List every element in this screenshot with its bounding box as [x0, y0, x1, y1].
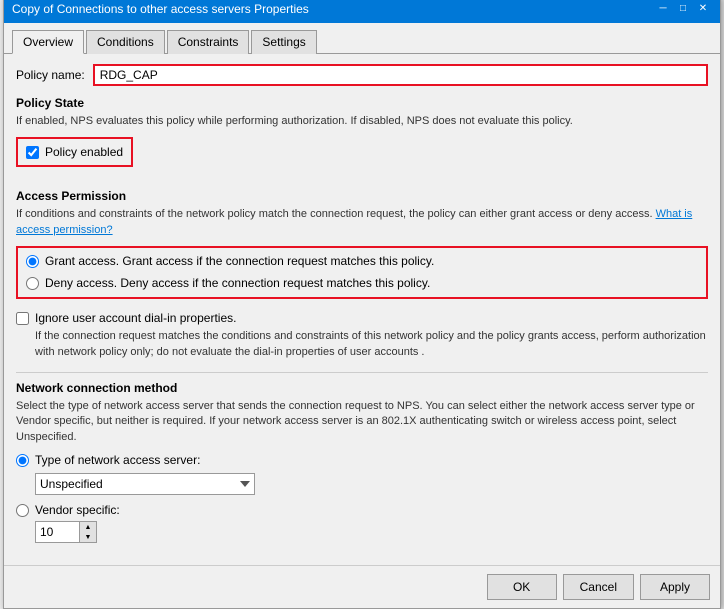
- dialog-title: Copy of Connections to other access serv…: [12, 2, 309, 16]
- deny-access-radio[interactable]: [26, 277, 39, 290]
- tab-settings[interactable]: Settings: [251, 30, 316, 54]
- tab-bar: Overview Conditions Constraints Settings: [4, 23, 720, 54]
- ignore-dialin-section: Ignore user account dial-in properties. …: [16, 311, 708, 360]
- policy-name-label: Policy name:: [16, 68, 85, 82]
- deny-access-label: Deny access. Deny access if the connecti…: [45, 276, 430, 292]
- type-radio[interactable]: [16, 454, 29, 467]
- access-permission-desc: If conditions and constraints of the net…: [16, 207, 708, 238]
- policy-enabled-checkbox-row[interactable]: Policy enabled: [16, 137, 133, 167]
- dialog-window: Copy of Connections to other access serv…: [3, 0, 721, 609]
- vendor-spinner-input[interactable]: [35, 521, 80, 543]
- minimize-button[interactable]: ─: [654, 1, 672, 17]
- cancel-button[interactable]: Cancel: [563, 574, 634, 600]
- vendor-spinner-buttons: ▲ ▼: [80, 521, 97, 543]
- network-connection-desc: Select the type of network access server…: [16, 399, 708, 445]
- ignore-dialin-label: Ignore user account dial-in properties.: [35, 311, 236, 325]
- policy-name-row: Policy name:: [16, 64, 708, 86]
- ignore-dialin-checkbox[interactable]: [16, 312, 29, 325]
- policy-state-title: Policy State: [16, 96, 708, 110]
- vendor-radio-label: Vendor specific:: [35, 503, 120, 517]
- access-permission-section: Access Permission If conditions and cons…: [16, 189, 708, 299]
- ok-button[interactable]: OK: [487, 574, 557, 600]
- network-connection-section: Network connection method Select the typ…: [16, 381, 708, 543]
- type-radio-row: Type of network access server:: [16, 453, 708, 467]
- dropdown-row: Unspecified Remote Access Server (VPN-Di…: [35, 473, 708, 495]
- policy-state-section: Policy State If enabled, NPS evaluates t…: [16, 96, 708, 177]
- spinner-down-button[interactable]: ▼: [80, 532, 96, 542]
- tab-constraints[interactable]: Constraints: [167, 30, 250, 54]
- type-radio-label: Type of network access server:: [35, 453, 200, 467]
- close-button[interactable]: ✕: [694, 1, 712, 17]
- vendor-radio-row: Vendor specific:: [16, 503, 708, 517]
- policy-name-input[interactable]: [93, 64, 708, 86]
- tab-conditions[interactable]: Conditions: [86, 30, 165, 54]
- button-bar: OK Cancel Apply: [4, 565, 720, 608]
- policy-enabled-checkbox[interactable]: [26, 146, 39, 159]
- section-divider: [16, 372, 708, 373]
- dialog-content: Policy name: Policy State If enabled, NP…: [4, 54, 720, 565]
- ignore-dialin-row: Ignore user account dial-in properties.: [16, 311, 708, 325]
- policy-enabled-label: Policy enabled: [45, 145, 123, 159]
- title-bar-buttons: ─ □ ✕: [654, 1, 712, 17]
- vendor-radio[interactable]: [16, 504, 29, 517]
- spinner-up-button[interactable]: ▲: [80, 522, 96, 532]
- access-radio-group: Grant access. Grant access if the connec…: [16, 246, 708, 299]
- network-connection-title: Network connection method: [16, 381, 708, 395]
- title-bar: Copy of Connections to other access serv…: [4, 0, 720, 23]
- grant-access-radio[interactable]: [26, 255, 39, 268]
- access-permission-title: Access Permission: [16, 189, 708, 203]
- grant-access-label: Grant access. Grant access if the connec…: [45, 254, 434, 270]
- grant-access-row: Grant access. Grant access if the connec…: [26, 254, 698, 270]
- deny-access-row: Deny access. Deny access if the connecti…: [26, 276, 698, 292]
- tab-overview[interactable]: Overview: [12, 30, 84, 54]
- apply-button[interactable]: Apply: [640, 574, 710, 600]
- network-type-dropdown[interactable]: Unspecified Remote Access Server (VPN-Di…: [35, 473, 255, 495]
- vendor-spinner-row: ▲ ▼: [35, 521, 708, 543]
- policy-state-desc: If enabled, NPS evaluates this policy wh…: [16, 114, 708, 129]
- ignore-dialin-desc: If the connection request matches the co…: [35, 329, 708, 360]
- maximize-button[interactable]: □: [674, 1, 692, 17]
